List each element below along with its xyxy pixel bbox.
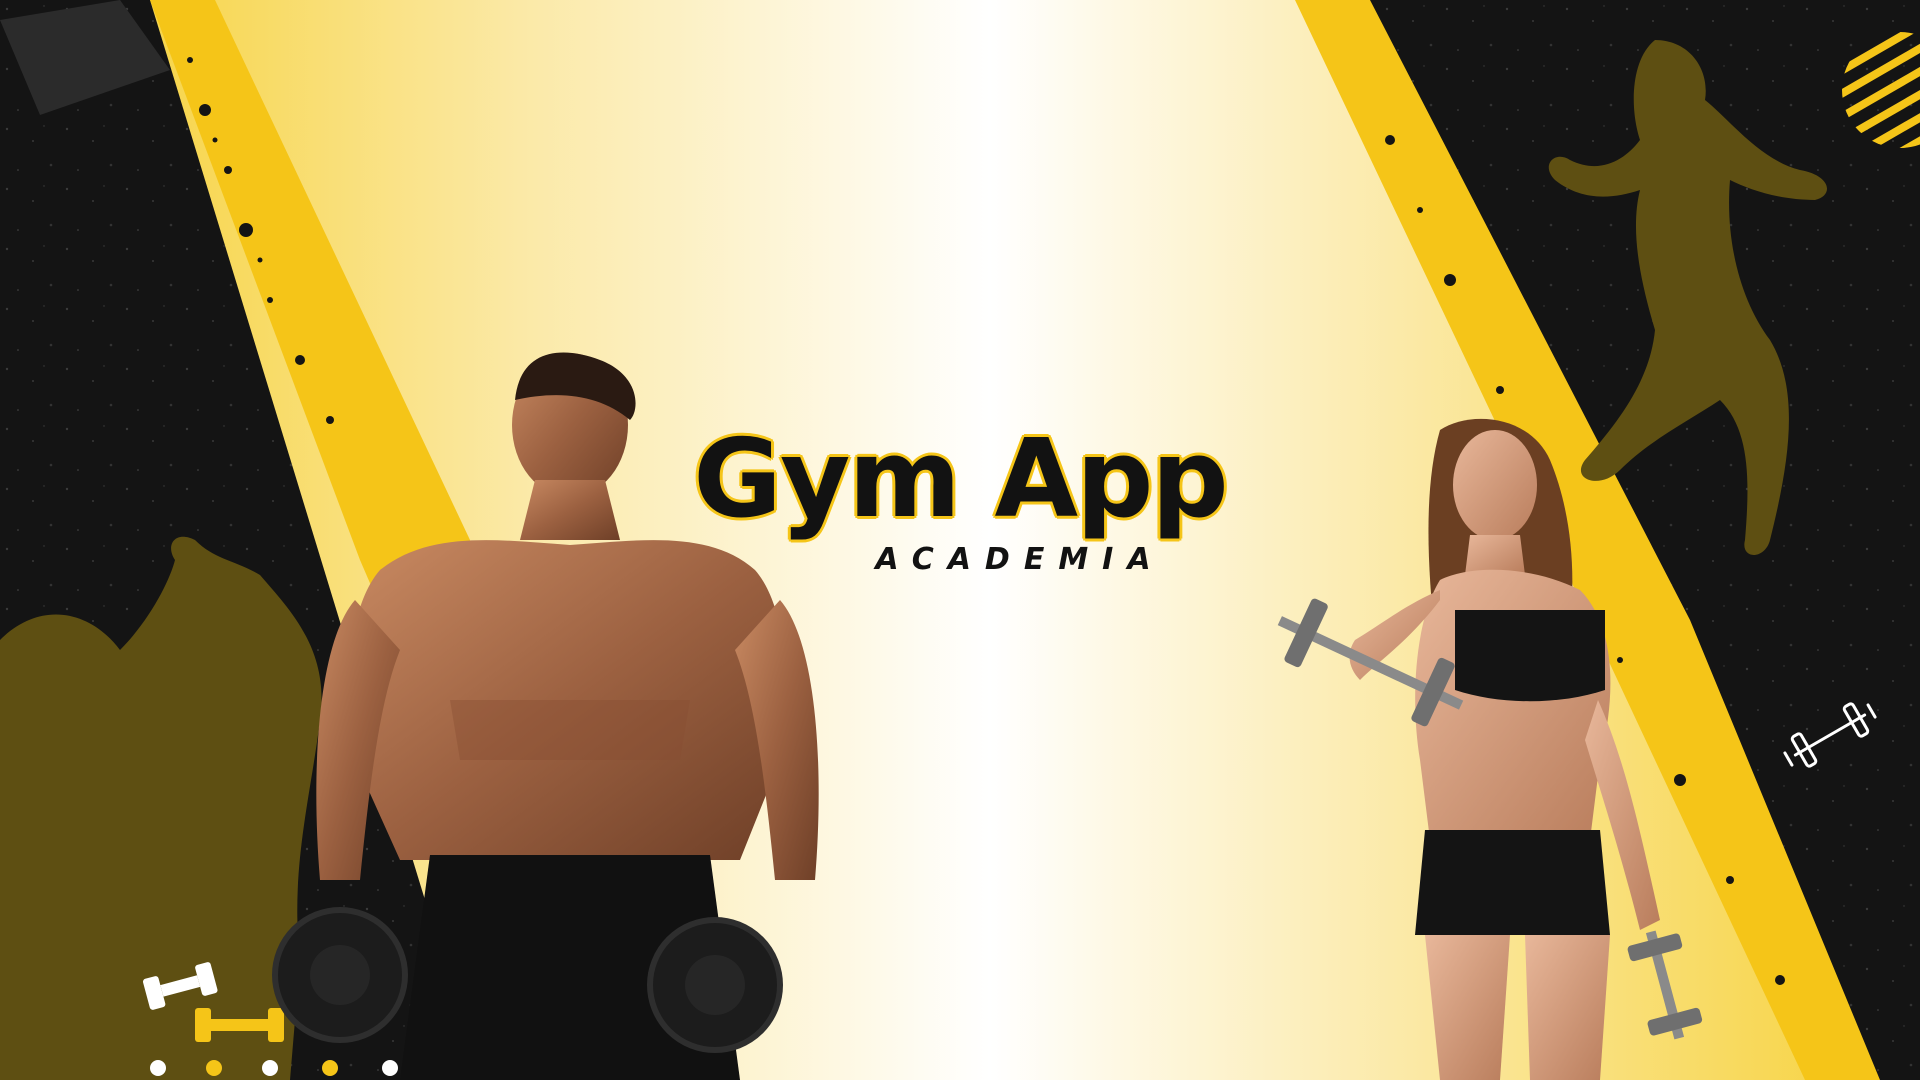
channel-banner: Gym App ACADEMIA (0, 0, 1920, 1080)
banner-background (0, 0, 1920, 1080)
